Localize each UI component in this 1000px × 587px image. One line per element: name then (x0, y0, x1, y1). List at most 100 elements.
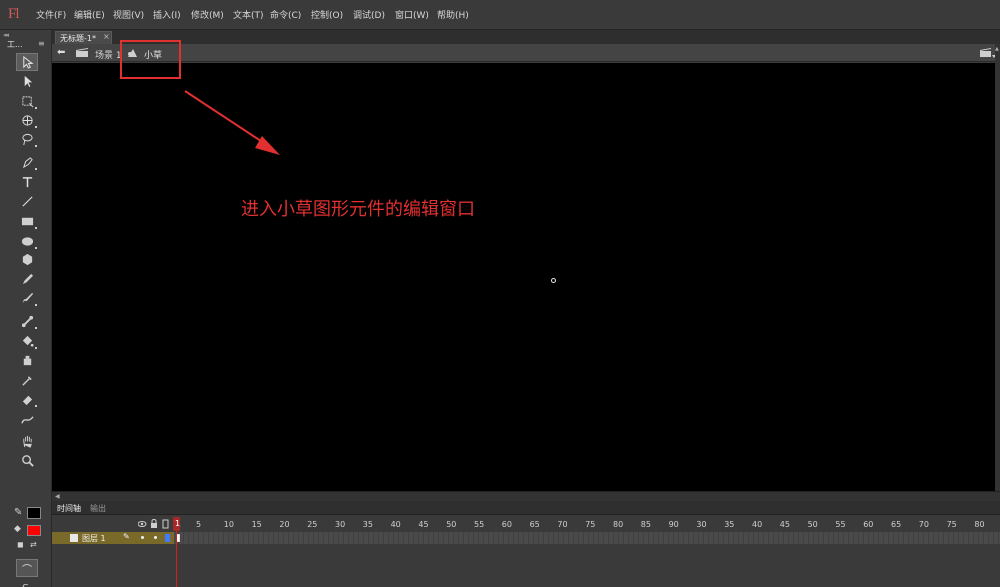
brush-tool-icon[interactable] (16, 289, 38, 307)
scene-breadcrumb[interactable]: 场景 1 (95, 48, 122, 61)
subselection-tool-icon[interactable] (16, 72, 38, 90)
layer-name[interactable]: 图层 1 (82, 533, 106, 544)
visibility-dot[interactable] (141, 536, 144, 539)
oval-tool-icon[interactable] (16, 232, 38, 250)
edit-bar: ⬅ 场景 1 小草 (52, 44, 1000, 62)
frame-number-label: 70 (557, 520, 568, 529)
clapperboard-icon (76, 48, 88, 57)
frame-number-label: 35 (724, 520, 735, 529)
line-tool-icon[interactable] (16, 192, 38, 210)
frame-number-label: 45 (779, 520, 790, 529)
menu-view[interactable]: 视图(V) (113, 8, 144, 21)
panel-grip-icon[interactable]: ◂◂ (3, 31, 9, 39)
menu-debug[interactable]: 调试(D) (353, 8, 385, 21)
smooth-icon[interactable]: S (22, 582, 29, 587)
frame-ruler[interactable]: 1510152025303540455055606570758085903035… (174, 517, 1000, 531)
outline-icon[interactable] (162, 519, 169, 529)
polystar-tool-icon[interactable] (16, 250, 38, 268)
scroll-up-icon[interactable]: ▲ (995, 46, 999, 52)
frame-number-label: 80 (613, 520, 624, 529)
default-colors-icon[interactable]: ◼ (17, 540, 24, 549)
lock-dot[interactable] (154, 536, 157, 539)
stage-canvas[interactable]: 进入小草图形元件的编辑窗口 (52, 40, 995, 491)
frame-number-label: 20 (279, 520, 290, 529)
pen-tool-icon[interactable] (16, 153, 38, 171)
menu-edit[interactable]: 编辑(E) (74, 8, 105, 21)
width-tool-icon[interactable] (16, 410, 38, 428)
back-arrow-icon[interactable]: ⬅ (57, 47, 65, 58)
text-tool-icon[interactable] (16, 173, 38, 191)
menu-insert[interactable]: 插入(I) (153, 8, 181, 21)
document-tab[interactable]: 无标题-1* × (55, 31, 112, 44)
tab-output[interactable]: 输出 (90, 503, 106, 514)
eyedropper-tool-icon[interactable] (16, 371, 38, 389)
registration-point (551, 278, 556, 283)
menu-text[interactable]: 文本(T) (233, 8, 264, 21)
horizontal-scrollbar[interactable]: ◀ (52, 491, 1000, 501)
fill-color-icon[interactable]: ◆ (14, 524, 21, 534)
scroll-left-icon[interactable]: ◀ (55, 493, 60, 500)
app-logo: Fl (8, 6, 19, 22)
swap-colors-icon[interactable]: ⇄ (30, 540, 37, 549)
tools-panel-title: 工... (7, 40, 23, 49)
frame-number-label: 85 (640, 520, 651, 529)
menu-help[interactable]: 帮助(H) (437, 8, 469, 21)
frame-number-label: 30 (335, 520, 346, 529)
tools-panel: ◂◂ 工... ≡ ✎ ◆ ◼ ⇄ ⌒ (0, 30, 52, 587)
eraser-tool-icon[interactable] (16, 390, 38, 408)
rectangle-tool-icon[interactable] (16, 212, 38, 230)
tab-timeline[interactable]: 时间轴 (57, 503, 81, 514)
paint-bucket-tool-icon[interactable] (16, 332, 38, 350)
outline-color-swatch[interactable] (165, 534, 170, 542)
frame-number-label: 70 (918, 520, 929, 529)
layer-icon (70, 534, 78, 542)
fill-color-swatch[interactable] (27, 525, 41, 536)
stroke-color-icon[interactable]: ✎ (14, 507, 22, 518)
lasso-tool-icon[interactable] (16, 130, 38, 148)
frame-number-label: 65 (891, 520, 902, 529)
menu-commands[interactable]: 命令(C) (270, 8, 301, 21)
layer-header-icons (138, 519, 169, 529)
timeline-tab-bar: 时间轴 输出 (52, 501, 1000, 515)
3d-rotation-tool-icon[interactable] (16, 111, 38, 129)
zoom-tool-icon[interactable] (16, 451, 38, 469)
ink-bottle-tool-icon[interactable] (16, 351, 38, 369)
layer-row[interactable]: 图层 1 ✎ (52, 532, 174, 544)
frame-number-label: 40 (390, 520, 401, 529)
hand-tool-icon[interactable] (16, 432, 38, 450)
timeline-header: 1510152025303540455055606570758085903035… (52, 517, 1000, 531)
menu-file[interactable]: 文件(F) (36, 8, 66, 21)
frame-number-label: 75 (585, 520, 596, 529)
menu-modify[interactable]: 修改(M) (191, 8, 224, 21)
menu-control[interactable]: 控制(O) (311, 8, 343, 21)
frame-number-label: 25 (307, 520, 318, 529)
eye-icon[interactable] (138, 521, 147, 527)
annotation-text: 进入小草图形元件的编辑窗口 (241, 199, 475, 220)
pencil-tool-icon[interactable] (16, 270, 38, 288)
close-icon[interactable]: × (103, 32, 110, 41)
frame-number-label: 55 (474, 520, 485, 529)
lock-icon[interactable] (151, 519, 157, 529)
timeline-panel: 时间轴 输出 151015202530354045505560657075808… (52, 501, 1000, 587)
free-transform-tool-icon[interactable] (16, 92, 38, 110)
document-tab-bar: 无标题-1* × (52, 30, 1000, 44)
frame-number-label: 80 (974, 520, 985, 529)
menu-window[interactable]: 窗口(W) (395, 8, 429, 21)
panel-menu-icon[interactable]: ≡ (38, 39, 45, 48)
frame-number-label: 5 (196, 520, 202, 529)
selection-tool-icon[interactable] (16, 53, 38, 71)
annotation-arrow (184, 90, 280, 155)
frame-number-label: 30 (696, 520, 707, 529)
frame-number-label: 10 (223, 520, 234, 529)
layer-frames[interactable] (174, 532, 1000, 544)
snap-to-objects-icon[interactable]: ⌒ (16, 559, 38, 577)
frame-number-label: 60 (501, 520, 512, 529)
stroke-color-swatch[interactable] (27, 507, 41, 519)
document-tab-label: 无标题-1* (60, 34, 96, 43)
frame-number-label: 60 (863, 520, 874, 529)
bone-tool-icon[interactable] (16, 312, 38, 330)
vertical-scrollbar[interactable]: ▲ (995, 44, 1000, 491)
pencil-icon: ✎ (123, 532, 130, 541)
frame-number-label: 75 (946, 520, 957, 529)
frame-number-label: 15 (251, 520, 262, 529)
